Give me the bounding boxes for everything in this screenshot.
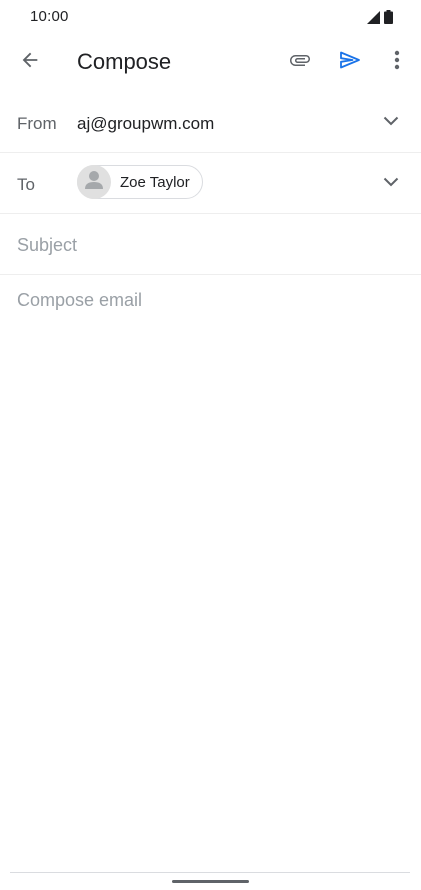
- back-button[interactable]: [10, 42, 50, 82]
- subject-row: [0, 214, 421, 275]
- status-time: 10:00: [30, 8, 69, 25]
- signal-icon: [367, 10, 380, 29]
- attach-button[interactable]: [280, 42, 320, 82]
- recipient-chip[interactable]: Zoe Taylor: [77, 165, 203, 199]
- nav-divider: [10, 872, 410, 873]
- send-button[interactable]: [330, 42, 370, 82]
- more-options-button[interactable]: [377, 42, 417, 82]
- chevron-down-icon: [383, 113, 399, 131]
- to-row: To Zoe Taylor: [0, 153, 421, 214]
- status-bar: 10:00: [0, 0, 421, 34]
- person-icon: [77, 165, 111, 199]
- battery-icon: [384, 10, 393, 29]
- app-bar: Compose: [0, 34, 421, 90]
- recipient-name: Zoe Taylor: [120, 173, 190, 191]
- send-icon: [338, 48, 362, 77]
- more-vert-icon: [394, 50, 400, 75]
- to-label: To: [17, 175, 35, 194]
- paperclip-icon: [288, 48, 312, 77]
- from-row: From aj@groupwm.com: [0, 92, 421, 153]
- subject-input[interactable]: [17, 232, 397, 258]
- to-expand-button[interactable]: [371, 163, 411, 203]
- status-icons: [367, 10, 393, 29]
- arrow-back-icon: [19, 49, 41, 76]
- avatar: [77, 165, 111, 199]
- chevron-down-icon: [383, 174, 399, 192]
- compose-body-input[interactable]: [17, 290, 407, 850]
- from-expand-button[interactable]: [371, 102, 411, 142]
- from-address[interactable]: aj@groupwm.com: [77, 114, 214, 134]
- from-label: From: [17, 114, 57, 133]
- gesture-nav-handle[interactable]: [172, 880, 249, 883]
- page-title: Compose: [77, 49, 172, 74]
